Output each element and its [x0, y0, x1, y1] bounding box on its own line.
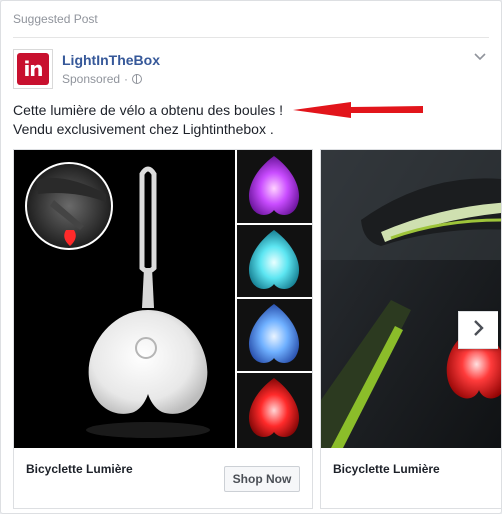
- brand-logo: in: [17, 53, 49, 85]
- card-footer-1: Bicyclette Lumière Shop Now: [14, 448, 312, 508]
- separator-dot: ·: [124, 72, 129, 86]
- suggested-post-label: Suggested Post: [13, 12, 98, 26]
- globe-icon: [132, 74, 143, 84]
- sponsored-row: Sponsored ·: [62, 72, 143, 86]
- page-name-link[interactable]: LightInTheBox: [62, 52, 160, 68]
- chevron-down-icon[interactable]: [473, 50, 487, 64]
- card-footer-2: Bicyclette Lumière: [321, 448, 501, 508]
- carousel-card-1[interactable]: Bicyclette Lumière Shop Now: [13, 149, 313, 509]
- page-avatar[interactable]: in: [13, 49, 53, 89]
- product-image-1[interactable]: [14, 150, 312, 448]
- shop-now-button[interactable]: Shop Now: [224, 466, 300, 492]
- carousel-next-button[interactable]: [458, 311, 498, 349]
- post-text-line-2: Vendu exclusivement chez Lightinthebox .: [13, 121, 274, 137]
- product-carousel: Bicyclette Lumière Shop Now Bicyclette L…: [13, 149, 501, 511]
- sponsored-label[interactable]: Sponsored: [62, 72, 120, 86]
- post-card: Suggested Post in LightInTheBox Sponsore…: [0, 0, 502, 514]
- card-title-1[interactable]: Bicyclette Lumière: [26, 462, 133, 476]
- chevron-right-icon: [473, 319, 485, 342]
- card-title-2[interactable]: Bicyclette Lumière: [333, 462, 440, 476]
- red-arrow-annotation: [293, 102, 423, 118]
- header-divider: [13, 37, 489, 38]
- product-image-2[interactable]: [321, 150, 501, 448]
